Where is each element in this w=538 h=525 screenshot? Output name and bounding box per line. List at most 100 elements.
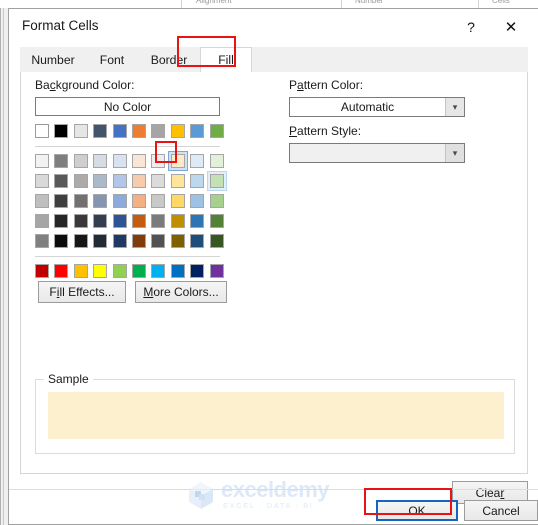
tint-color-swatch-2-1[interactable] xyxy=(54,194,69,208)
theme-colors-row xyxy=(35,124,224,138)
tint-color-swatch-2-8[interactable] xyxy=(190,194,205,208)
tint-color-swatch-1-3[interactable] xyxy=(93,174,108,188)
tint-color-swatch-3-0[interactable] xyxy=(35,214,49,228)
theme-color-swatch-8[interactable] xyxy=(190,124,205,138)
tint-color-swatch-2-5[interactable] xyxy=(131,194,146,208)
tint-color-swatch-3-8[interactable] xyxy=(190,214,205,228)
window-edge xyxy=(0,8,1,525)
tint-color-swatch-0-4[interactable] xyxy=(112,154,127,168)
tint-color-swatch-4-1[interactable] xyxy=(54,234,69,248)
tint-color-swatch-1-0[interactable] xyxy=(35,174,49,188)
fill-effects-button[interactable]: Fi ll Effects... xyxy=(38,281,126,303)
tint-color-swatch-0-0[interactable] xyxy=(35,154,49,168)
tint-color-swatch-2-9[interactable] xyxy=(209,194,224,208)
ok-button[interactable]: OK xyxy=(376,500,458,521)
pattern-color-select[interactable]: Automatic ▾ xyxy=(289,97,465,117)
tint-color-swatch-4-6[interactable] xyxy=(151,234,166,248)
tint-color-swatch-4-9[interactable] xyxy=(209,234,224,248)
tint-row xyxy=(35,194,224,208)
standard-color-swatch-0[interactable] xyxy=(35,264,49,278)
tint-color-swatch-2-2[interactable] xyxy=(73,194,88,208)
background-color-label: Background Color: xyxy=(35,78,135,92)
tint-color-swatch-0-9[interactable] xyxy=(209,154,224,168)
theme-color-swatch-3[interactable] xyxy=(93,124,108,138)
theme-color-swatch-5[interactable] xyxy=(131,124,146,138)
standard-color-swatch-2[interactable] xyxy=(73,264,88,278)
tint-color-swatch-0-8[interactable] xyxy=(190,154,205,168)
tint-color-swatch-1-8[interactable] xyxy=(190,174,205,188)
theme-color-swatch-7[interactable] xyxy=(170,124,185,138)
dialog-title: Format Cells xyxy=(22,18,99,33)
no-color-button[interactable]: No Color xyxy=(35,97,220,116)
cancel-button[interactable]: Cancel xyxy=(464,500,538,521)
more-colors-button[interactable]: More Colors... xyxy=(135,281,227,303)
tab-number[interactable]: Number xyxy=(22,47,84,73)
tint-color-swatch-1-9[interactable] xyxy=(206,171,227,191)
standard-color-swatch-3[interactable] xyxy=(93,264,108,278)
pattern-color-label: Pattern Color: xyxy=(289,78,364,92)
tint-color-swatch-4-0[interactable] xyxy=(35,234,49,248)
standard-color-swatch-6[interactable] xyxy=(151,264,166,278)
tint-color-swatch-3-7[interactable] xyxy=(170,214,185,228)
tint-color-swatch-selected[interactable] xyxy=(167,151,188,171)
theme-color-swatch-1[interactable] xyxy=(54,124,69,138)
fill-tab-panel: Background Color: No Color Fi ll Effects.… xyxy=(20,72,528,474)
tint-color-swatch-0-1[interactable] xyxy=(54,154,69,168)
close-icon[interactable]: ✕ xyxy=(496,13,526,41)
tint-color-swatch-4-4[interactable] xyxy=(112,234,127,248)
tint-color-swatch-1-5[interactable] xyxy=(131,174,146,188)
theme-color-swatch-9[interactable] xyxy=(209,124,224,138)
tint-color-swatch-1-7[interactable] xyxy=(170,174,185,188)
sample-label: Sample xyxy=(44,372,93,386)
tint-row xyxy=(35,234,224,248)
tint-color-swatch-2-0[interactable] xyxy=(35,194,49,208)
chevron-down-icon[interactable]: ▾ xyxy=(445,98,464,116)
tab-border[interactable]: Border xyxy=(139,47,199,73)
tint-color-swatch-3-5[interactable] xyxy=(131,214,146,228)
standard-color-swatch-5[interactable] xyxy=(131,264,146,278)
tint-color-swatch-4-8[interactable] xyxy=(190,234,205,248)
tint-color-swatch-3-9[interactable] xyxy=(209,214,224,228)
ribbon-group-cells: Cells xyxy=(492,0,510,5)
tab-font[interactable]: Font xyxy=(86,47,138,73)
tint-color-swatch-2-7[interactable] xyxy=(170,194,185,208)
tint-color-swatch-4-3[interactable] xyxy=(93,234,108,248)
tint-color-swatch-4-7[interactable] xyxy=(170,234,185,248)
tint-color-swatch-1-4[interactable] xyxy=(112,174,127,188)
tint-color-swatch-4-5[interactable] xyxy=(131,234,146,248)
tab-fill[interactable]: Fill xyxy=(200,47,252,73)
tint-row xyxy=(35,151,224,171)
tint-color-swatch-2-3[interactable] xyxy=(93,194,108,208)
standard-color-swatch-7[interactable] xyxy=(170,264,185,278)
standard-color-swatch-9[interactable] xyxy=(209,264,224,278)
standard-color-swatch-8[interactable] xyxy=(190,264,205,278)
tint-row xyxy=(35,214,224,228)
standard-color-swatch-4[interactable] xyxy=(112,264,127,278)
tint-color-swatch-3-6[interactable] xyxy=(151,214,166,228)
tint-color-swatch-0-6[interactable] xyxy=(151,154,166,168)
ribbon-group-number: Number xyxy=(355,0,384,5)
tint-color-swatch-1-2[interactable] xyxy=(73,174,88,188)
tint-color-swatch-1-6[interactable] xyxy=(151,174,166,188)
tint-color-swatch-0-3[interactable] xyxy=(93,154,108,168)
tint-color-swatch-0-2[interactable] xyxy=(73,154,88,168)
pattern-style-select[interactable]: ▾ xyxy=(289,143,465,163)
help-icon[interactable]: ? xyxy=(456,13,486,41)
palette-divider xyxy=(35,146,220,147)
tint-color-swatch-3-4[interactable] xyxy=(112,214,127,228)
standard-color-swatch-1[interactable] xyxy=(54,264,69,278)
tint-color-swatch-3-2[interactable] xyxy=(73,214,88,228)
pattern-style-label: Pattern Style: xyxy=(289,124,362,138)
tint-color-swatch-3-3[interactable] xyxy=(93,214,108,228)
chevron-down-icon[interactable]: ▾ xyxy=(445,144,464,162)
theme-color-swatch-6[interactable] xyxy=(151,124,166,138)
tint-color-swatch-1-1[interactable] xyxy=(54,174,69,188)
tint-color-swatch-2-6[interactable] xyxy=(151,194,166,208)
theme-color-swatch-0[interactable] xyxy=(35,124,49,138)
theme-color-swatch-2[interactable] xyxy=(73,124,88,138)
tint-color-swatch-4-2[interactable] xyxy=(73,234,88,248)
tint-color-swatch-0-5[interactable] xyxy=(131,154,146,168)
theme-color-swatch-4[interactable] xyxy=(112,124,127,138)
tint-color-swatch-2-4[interactable] xyxy=(112,194,127,208)
tint-color-swatch-3-1[interactable] xyxy=(54,214,69,228)
